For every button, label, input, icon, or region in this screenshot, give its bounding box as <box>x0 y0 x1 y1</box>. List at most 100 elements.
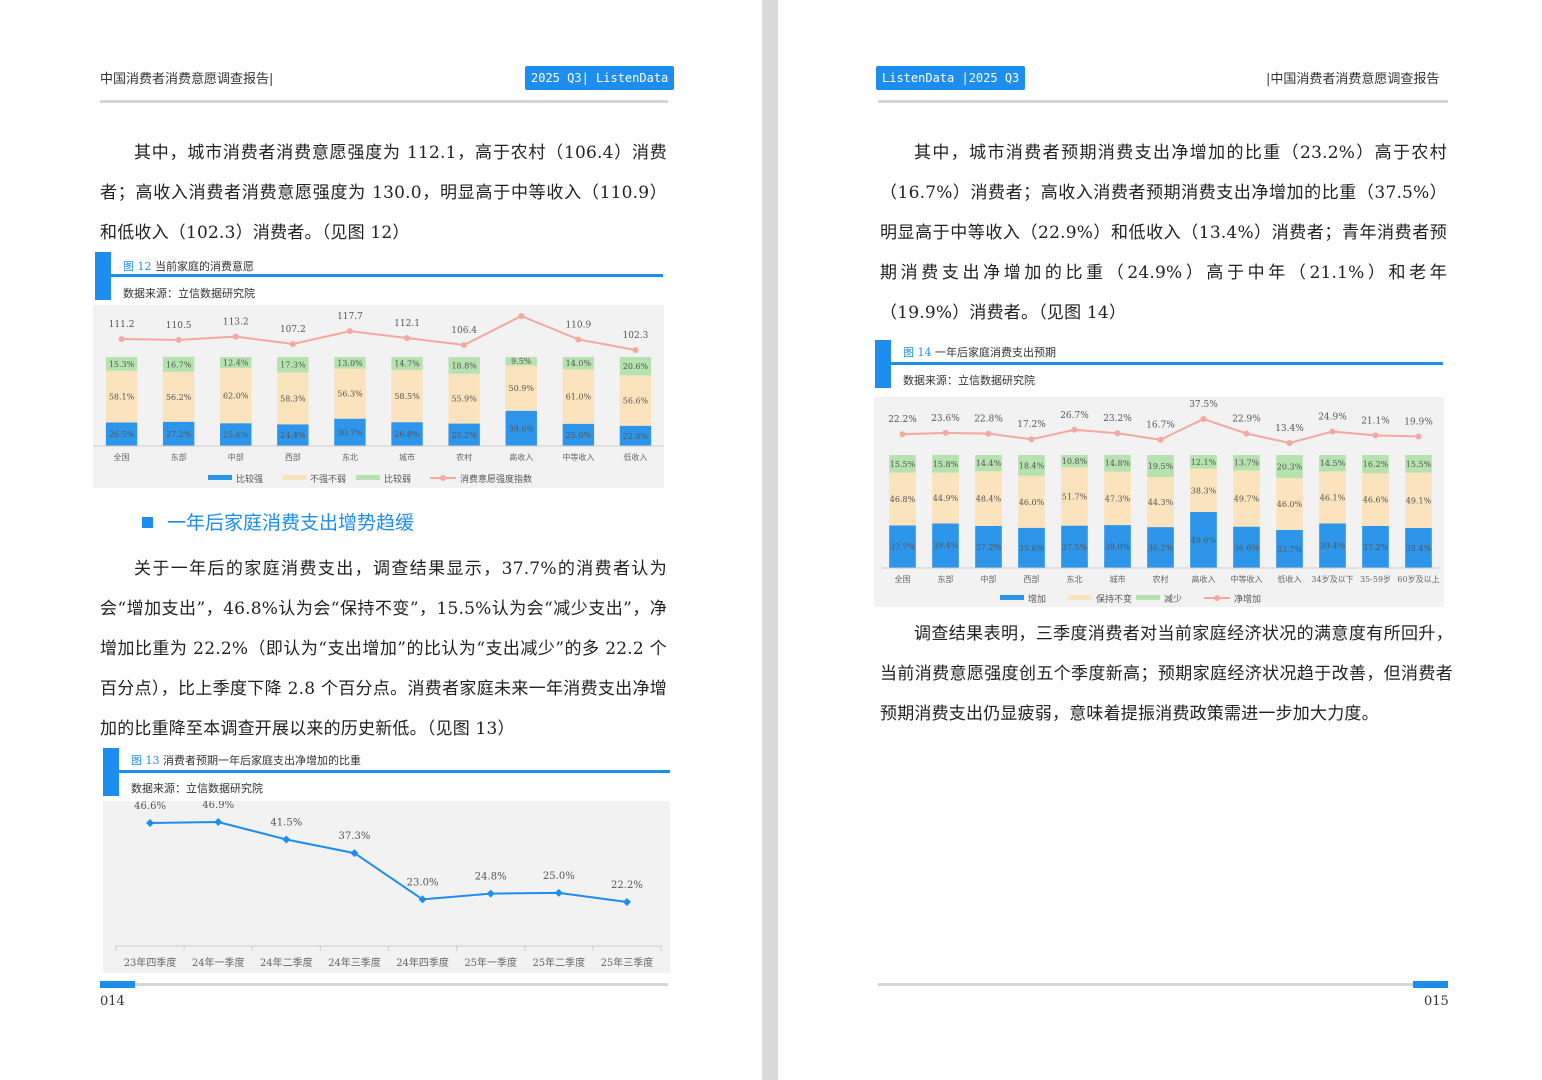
data-label: 36.2% <box>1148 544 1174 553</box>
line-point <box>118 336 125 343</box>
data-label: 49.1% <box>1406 496 1432 505</box>
line-point <box>985 430 992 437</box>
data-label: 16.7% <box>166 360 192 369</box>
line-point <box>175 336 182 343</box>
line-data-label: 19.9% <box>1404 418 1433 428</box>
figure-caption: 一年后家庭消费支出预期 <box>931 346 1056 359</box>
line-data-label: 37.5% <box>1189 400 1218 410</box>
x-tick-label: 农村 <box>456 452 472 462</box>
line-data-label: 21.1% <box>1361 416 1390 426</box>
x-tick-label: 25年三季度 <box>601 956 654 969</box>
legend-swatch <box>1136 595 1160 600</box>
data-label: 14.0% <box>566 359 592 368</box>
data-label: 35.6% <box>1019 544 1045 553</box>
line-data-label: 110.5 <box>166 321 192 331</box>
line-data-label: 46.6% <box>134 801 166 812</box>
line-point <box>289 340 296 347</box>
footer-accent <box>1413 981 1448 988</box>
legend-label: 保持不变 <box>1096 593 1132 605</box>
x-tick-label: 农村 <box>1153 574 1169 584</box>
data-label: 44.9% <box>933 494 959 503</box>
line-data-label: 111.2 <box>109 320 135 330</box>
data-label: 37.7% <box>890 543 916 552</box>
section-bullet-icon <box>142 516 153 528</box>
legend-label: 增加 <box>1028 593 1046 605</box>
line-data-label: 46.9% <box>202 801 234 811</box>
data-label: 46.1% <box>1320 493 1346 502</box>
header-badge: 2025 Q3| ListenData <box>525 66 675 90</box>
page-right: ListenData |2025 Q3 |中国消费者消费意愿调查报告 其中，城市… <box>778 0 1542 1080</box>
paragraph: 调查结果表明，三季度消费者对当前家庭经济状况的满意度有所回升，当前消费意愿强度创… <box>880 624 1453 724</box>
data-label: 39.6% <box>509 424 535 433</box>
line-data-label: 117.7 <box>337 312 363 322</box>
line-point <box>214 818 223 826</box>
legend-line-marker <box>440 475 446 481</box>
line-data-label: 22.8% <box>974 415 1003 425</box>
line-data-label: 112.1 <box>394 319 420 329</box>
footer-rule <box>878 983 1448 986</box>
line-point <box>1286 440 1293 446</box>
x-tick-label: 全国 <box>114 452 130 462</box>
line-point <box>404 334 411 341</box>
figure-accent-bar <box>95 252 111 300</box>
chart-fig13-svg: 46.6% 23年四季度 46.9% 24年一季度 41.5% 24年二季度 37.3% 24… <box>115 801 662 969</box>
data-label: 13.0% <box>337 359 363 368</box>
data-label: 17.3% <box>280 361 306 370</box>
figure-title: 图 14 一年后家庭消费支出预期 <box>903 344 1056 360</box>
page-number: 014 <box>100 994 125 1009</box>
data-label: 46.6% <box>1363 496 1389 505</box>
line-point <box>1372 432 1379 439</box>
data-label: 25.2% <box>451 431 477 440</box>
line-point <box>575 336 582 343</box>
x-tick-label: 东部 <box>938 574 954 584</box>
line-point <box>1028 436 1035 443</box>
figure-source: 数据来源：立信数据研究院 <box>131 782 263 795</box>
section-title-text: 一年后家庭消费支出增势趋缓 <box>167 512 415 534</box>
data-label: 26.5% <box>109 430 135 439</box>
header-rule <box>100 100 668 103</box>
data-label: 10.8% <box>1062 457 1088 466</box>
chart-fig13: 46.6% 23年四季度 46.9% 24年一季度 41.5% 24年二季度 37.3% 24… <box>103 801 670 973</box>
legend-label: 比较弱 <box>384 473 411 485</box>
x-tick-label: 高收入 <box>509 452 533 462</box>
line-data-label: 23.2% <box>1103 414 1132 424</box>
data-label: 15.8% <box>933 460 959 469</box>
x-tick-label: 34岁及以下 <box>1311 574 1353 584</box>
line-data-label: 13.4% <box>1275 424 1304 434</box>
data-label: 19.5% <box>1148 462 1174 471</box>
chart-fig14: 37.7% 46.8% 15.5% 全国 39.4% 44.9% 15.8% 东部 37.2% 4… <box>874 397 1444 607</box>
paragraph: 关于一年后的家庭消费支出，调查结果显示，37.7%的消费者认为会“增加支出”，4… <box>100 559 667 739</box>
x-tick-label: 东北 <box>342 452 358 462</box>
figure-title-rule <box>119 770 670 773</box>
x-tick-label: 35-59岁 <box>1360 574 1391 584</box>
header-badge: ListenData |2025 Q3 <box>876 66 1026 90</box>
figure-accent-bar <box>103 748 119 796</box>
header-title: |中国消费者消费意愿调查报告 <box>1266 72 1440 87</box>
line-point <box>1329 428 1336 435</box>
line-point <box>1071 426 1078 433</box>
data-label: 51.7% <box>1062 492 1088 501</box>
data-label: 37.2% <box>1363 543 1389 552</box>
data-label: 14.4% <box>976 459 1002 468</box>
figure-source: 数据来源：立信数据研究院 <box>903 374 1035 387</box>
line-data-label: 24.9% <box>1318 413 1347 423</box>
data-label: 46.8% <box>890 495 916 504</box>
x-tick-label: 24年二季度 <box>260 956 313 969</box>
line-point <box>232 333 239 340</box>
line-data-label: 26.7% <box>1060 411 1089 421</box>
line-data-label: 23.6% <box>931 414 960 424</box>
line-data-label: 17.2% <box>1017 420 1046 430</box>
data-label: 18.8% <box>451 361 477 370</box>
data-label: 46.0% <box>1019 498 1045 507</box>
line-data-label: 22.9% <box>1232 415 1261 425</box>
x-tick-label: 低收入 <box>623 452 647 462</box>
header-rule <box>878 100 1448 103</box>
figure-number: 图 13 <box>131 754 160 767</box>
data-label: 38.3% <box>1191 486 1217 495</box>
data-label: 46.0% <box>1277 500 1303 509</box>
page-number: 015 <box>1424 994 1449 1009</box>
data-label: 14.5% <box>1320 459 1346 468</box>
data-label: 47.3% <box>1105 494 1131 503</box>
legend-swatch <box>208 475 232 480</box>
line-data-label: 110.9 <box>565 320 591 330</box>
